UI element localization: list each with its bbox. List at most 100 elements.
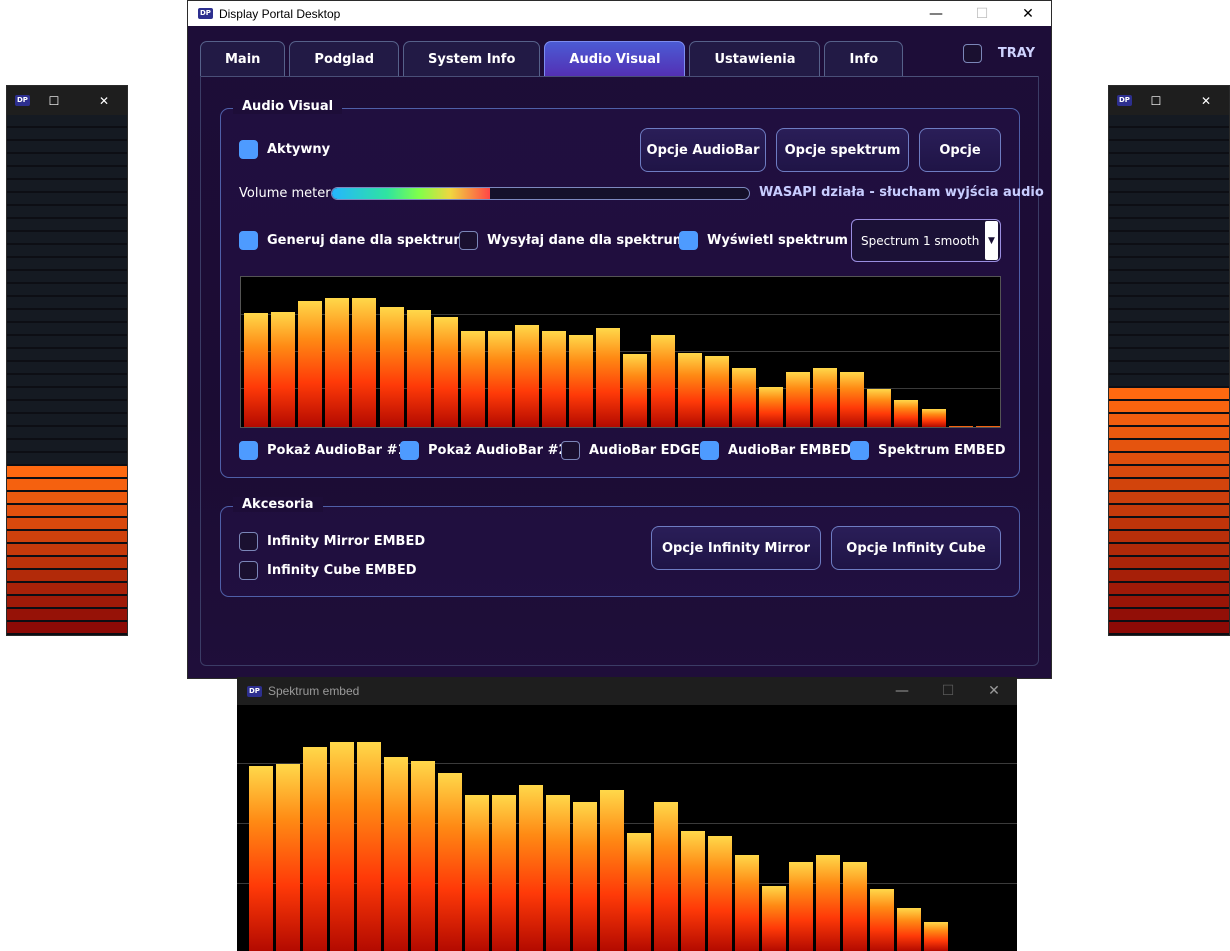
spectrum-bar	[843, 862, 867, 951]
spectrum-options-button[interactable]: Opcje spektrum	[776, 128, 909, 172]
meter-segment	[1109, 622, 1229, 633]
spectrum-bar	[303, 747, 327, 951]
meter-segment	[7, 193, 127, 204]
audiobar-options-button[interactable]: Opcje AudioBar	[640, 128, 766, 172]
checkbox-label: Spektrum EMBED	[878, 443, 1006, 458]
audiobar-embed-checkbox[interactable]: AudioBar EMBED	[700, 441, 851, 460]
maximize-icon[interactable]: ☐	[1141, 86, 1171, 115]
button-label: Opcje Infinity Mirror	[661, 540, 811, 556]
spectrum-bar	[379, 307, 404, 427]
tab-audio-visual[interactable]: Audio Visual	[544, 41, 686, 76]
spectrum-mode-select[interactable]: Spectrum 1 smooth ▼	[851, 219, 1001, 262]
meter-segment	[1109, 557, 1229, 568]
tab-label: Ustawienia	[714, 51, 796, 67]
button-label: Opcje AudioBar	[646, 142, 760, 158]
checkbox-box[interactable]	[239, 532, 258, 551]
group-title: Akcesoria	[233, 497, 323, 512]
tab-info[interactable]: Info	[824, 41, 904, 76]
maximize-icon[interactable]: ☐	[925, 677, 971, 705]
meter-segment	[1109, 505, 1229, 516]
audiobar-right-titlebar: DP ☐ ✕	[1109, 86, 1229, 115]
spectrum-bar	[708, 836, 732, 951]
checkbox-box[interactable]	[679, 231, 698, 250]
show-audiobar-2-checkbox[interactable]: Pokaż AudioBar #2	[400, 441, 568, 460]
close-icon[interactable]: ✕	[1191, 86, 1221, 115]
checkbox-box[interactable]	[850, 441, 869, 460]
checkbox-label: Wyświetl spektrum	[707, 233, 848, 248]
meter-segment	[1109, 206, 1229, 217]
checkbox-label: Infinity Mirror EMBED	[267, 534, 426, 549]
tab-label: Podglad	[314, 51, 375, 67]
infinity-mirror-options-button[interactable]: Opcje Infinity Mirror	[651, 526, 821, 570]
checkbox-box[interactable]	[400, 441, 419, 460]
spectrum-bar	[654, 802, 678, 951]
main-client-area: Main Podglad System Info Audio Visual Us…	[188, 26, 1051, 678]
spectrum-bar	[627, 833, 651, 951]
chevron-down-icon[interactable]: ▼	[985, 221, 998, 260]
spectrum-bar	[867, 389, 892, 427]
tab-system-info[interactable]: System Info	[403, 41, 541, 76]
generate-spectrum-checkbox[interactable]: Generuj dane dla spektrum	[239, 231, 467, 250]
spectrum-bar	[276, 764, 300, 951]
spectrum-bar	[921, 409, 946, 427]
send-spectrum-checkbox[interactable]: Wysyłaj dane dla spektrum	[459, 231, 686, 250]
minimize-icon[interactable]: —	[913, 1, 959, 26]
meter-segment	[7, 440, 127, 451]
meter-segment	[7, 154, 127, 165]
meter-segment	[7, 427, 127, 438]
show-spectrum-checkbox[interactable]: Wyświetl spektrum	[679, 231, 848, 250]
spectrum-bar	[813, 368, 838, 427]
close-icon[interactable]: ✕	[1005, 1, 1051, 26]
meter-segment	[1109, 388, 1229, 399]
meter-segment	[7, 596, 127, 607]
tray-checkbox[interactable]	[962, 44, 982, 63]
checkbox-box[interactable]	[459, 231, 478, 250]
infinity-mirror-embed-checkbox[interactable]: Infinity Mirror EMBED	[239, 532, 425, 551]
checkbox-box[interactable]	[561, 441, 580, 460]
meter-segment	[1109, 271, 1229, 282]
tray-toggle[interactable]: TRAY	[962, 44, 1035, 63]
checkbox-box[interactable]	[239, 140, 258, 159]
tab-ustawienia[interactable]: Ustawienia	[689, 41, 821, 76]
checkbox-box[interactable]	[700, 441, 719, 460]
spectrum-embed-checkbox[interactable]: Spektrum EMBED	[850, 441, 1005, 460]
audiobar-edge-checkbox[interactable]: AudioBar EDGE	[561, 441, 700, 460]
minimize-icon[interactable]: —	[879, 677, 925, 705]
spectrum-bar	[704, 356, 729, 427]
spectrum-bar	[816, 855, 840, 951]
checkbox-box[interactable]	[239, 441, 258, 460]
close-icon[interactable]: ✕	[971, 677, 1017, 705]
meter-segment	[7, 401, 127, 412]
spectrum-bar	[948, 426, 973, 427]
checkbox-label: Pokaż AudioBar #1	[267, 443, 407, 458]
spectrum-bar	[573, 802, 597, 951]
show-audiobar-1-checkbox[interactable]: Pokaż AudioBar #1	[239, 441, 407, 460]
meter-segment	[1109, 414, 1229, 425]
checkbox-label: Pokaż AudioBar #2	[428, 443, 568, 458]
spectrum-bar	[677, 353, 702, 427]
volume-meter-bar	[331, 187, 750, 200]
spectrum-bar	[623, 354, 648, 427]
infinity-cube-options-button[interactable]: Opcje Infinity Cube	[831, 526, 1001, 570]
group-title: Audio Visual	[233, 99, 343, 114]
close-icon[interactable]: ✕	[89, 86, 119, 115]
checkbox-label: Aktywny	[267, 142, 331, 157]
tab-label: System Info	[428, 51, 516, 67]
infinity-cube-embed-checkbox[interactable]: Infinity Cube EMBED	[239, 561, 417, 580]
maximize-icon[interactable]: ☐	[959, 1, 1005, 26]
maximize-icon[interactable]: ☐	[39, 86, 69, 115]
spectrum-embed-view	[237, 705, 1017, 951]
main-window: DP Display Portal Desktop — ☐ ✕ Main Pod…	[187, 0, 1052, 679]
checkbox-box[interactable]	[239, 561, 258, 580]
options-button[interactable]: Opcje	[919, 128, 1001, 172]
meter-segment	[7, 271, 127, 282]
meter-segment	[1109, 453, 1229, 464]
active-checkbox[interactable]: Aktywny	[239, 140, 330, 159]
checkbox-label: Infinity Cube EMBED	[267, 563, 417, 578]
meter-segment	[7, 544, 127, 555]
tab-podglad[interactable]: Podglad	[289, 41, 400, 76]
checkbox-box[interactable]	[239, 231, 258, 250]
spectrum-bar	[894, 400, 919, 427]
main-titlebar: DP Display Portal Desktop — ☐ ✕	[188, 1, 1051, 26]
tab-main[interactable]: Main	[200, 41, 286, 76]
